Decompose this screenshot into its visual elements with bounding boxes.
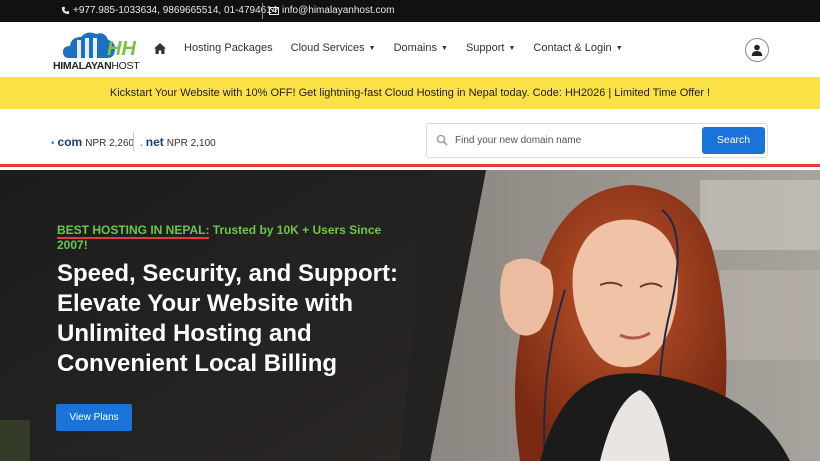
tld-price: NPR 2,100 (166, 138, 216, 149)
site-header: HH HIMALAYANHOST Hosting Packages Cloud … (0, 22, 820, 77)
topbar-divider (262, 3, 263, 19)
tld-price-net[interactable]: . net NPR 2,100 (140, 135, 216, 149)
top-contact-bar: +977.985-1033634, 9869665514, 01-4794614… (0, 0, 820, 22)
envelope-icon (269, 6, 279, 15)
hero-tagline: BEST HOSTING IN NEPAL: Trusted by 10K + … (57, 223, 397, 253)
main-navigation: Hosting Packages Cloud Services ▼ Domains… (154, 42, 641, 54)
logo-wordmark: HIMALAYANHOST (53, 60, 140, 72)
caret-down-icon: ▼ (508, 44, 516, 52)
domain-search-button[interactable]: Search (702, 127, 765, 154)
promo-text: Kickstart Your Website with 10% OFF! Get… (109, 87, 711, 99)
site-logo[interactable]: HH HIMALAYANHOST (53, 28, 145, 72)
phone-icon (61, 6, 70, 15)
phone-numbers: +977.985-1033634, 9869665514, 01-4794614 (73, 5, 278, 16)
nav-support[interactable]: Support ▼ (466, 42, 515, 54)
nav-contact-login[interactable]: Contact & Login ▼ (533, 42, 622, 54)
tld-price: NPR 2,260 (85, 138, 135, 149)
tld-divider (133, 131, 134, 151)
caret-down-icon: ▼ (615, 44, 623, 52)
nav-domains[interactable]: Domains ▼ (394, 42, 448, 54)
user-account-button[interactable] (745, 38, 769, 62)
email-address: info@himalayanhost.com (282, 5, 395, 16)
domain-search-bar: •com NPR 2,260 .net NPR 2,100 Search (0, 109, 820, 167)
nav-cloud-services[interactable]: Cloud Services ▼ (291, 42, 376, 54)
hero-headline: Speed, Security, and Support: Elevate Yo… (57, 260, 398, 377)
caret-down-icon: ▼ (441, 44, 448, 52)
caret-down-icon: ▼ (368, 44, 376, 52)
cloud-logo-icon: HH (63, 32, 136, 60)
user-icon (751, 44, 763, 56)
view-plans-button[interactable]: View Plans (56, 404, 132, 431)
phone-contact[interactable]: +977.985-1033634, 9869665514, 01-4794614 (61, 5, 277, 16)
tld-price-com[interactable]: • com NPR 2,260 (51, 135, 134, 149)
search-icon (436, 134, 448, 146)
home-icon (154, 42, 166, 54)
promo-banner[interactable]: Kickstart Your Website with 10% OFF! Get… (0, 77, 820, 109)
nav-hosting-packages[interactable]: Hosting Packages (184, 42, 273, 54)
nav-home[interactable] (154, 42, 166, 54)
svg-text:HH: HH (107, 38, 136, 60)
email-contact[interactable]: info@himalayanhost.com (269, 5, 394, 16)
tagline-highlight: BEST HOSTING IN NEPAL: (57, 223, 210, 239)
domain-search-box: Search (426, 123, 768, 158)
domain-search-input[interactable] (455, 128, 695, 153)
hero-section: BEST HOSTING IN NEPAL: Trusted by 10K + … (0, 170, 820, 461)
tld-extension: com (57, 135, 83, 149)
tld-extension: net (145, 135, 164, 149)
